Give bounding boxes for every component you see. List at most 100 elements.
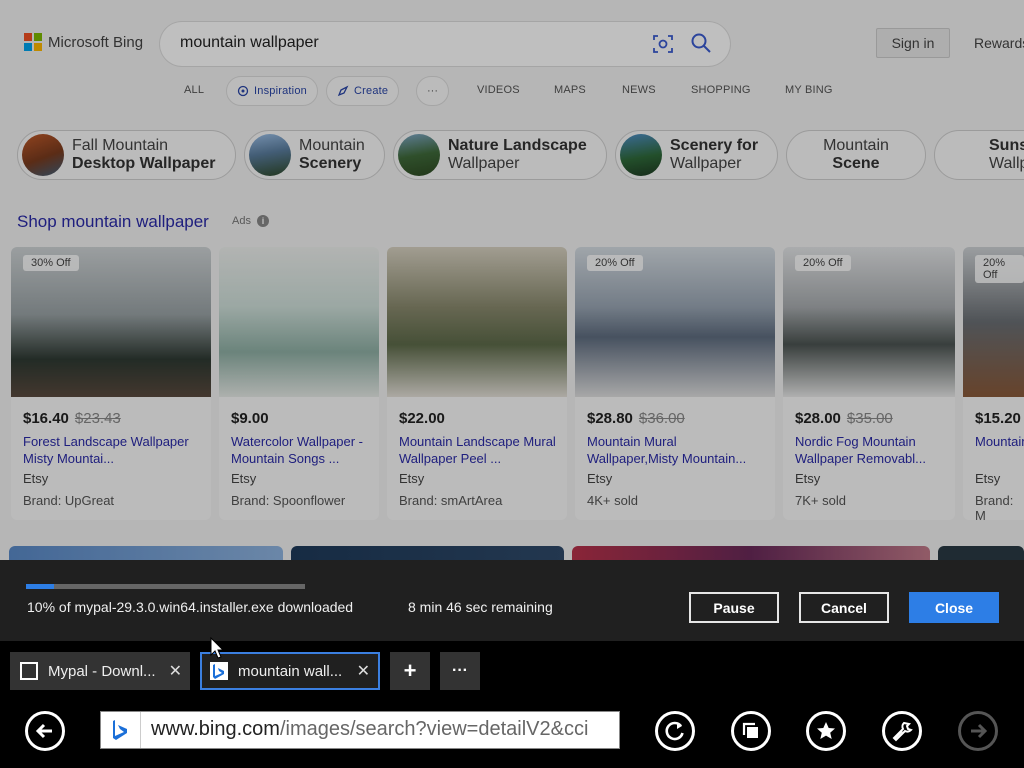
forward-button[interactable] bbox=[958, 711, 998, 751]
product-title[interactable]: Mountain Mural Wallpaper,Misty Mountain.… bbox=[587, 433, 767, 467]
bing-logo[interactable]: Microsoft Bing bbox=[24, 33, 143, 51]
search-box[interactable]: mountain wallpaper bbox=[160, 22, 730, 66]
product-card[interactable]: 20% Off $28.00 $35.00 Nordic Fog Mountain… bbox=[783, 247, 955, 520]
related-chip[interactable]: Mountain Scenery bbox=[244, 130, 385, 180]
related-chip[interactable]: Fall Mountain Desktop Wallpaper bbox=[17, 130, 236, 180]
info-icon[interactable]: i bbox=[256, 215, 269, 227]
price-current: $22.00 bbox=[399, 410, 445, 427]
chip-label: Mountain bbox=[823, 137, 889, 154]
favorites-button[interactable] bbox=[806, 711, 846, 751]
nav-more-button[interactable]: ··· bbox=[416, 76, 449, 106]
url-bar[interactable]: www.bing.com/images/search?view=detailV2… bbox=[100, 711, 620, 749]
image-result-thumbnail[interactable] bbox=[291, 546, 564, 560]
tabs-overview-button[interactable] bbox=[731, 711, 771, 751]
product-seller: Etsy bbox=[795, 471, 821, 486]
back-button[interactable] bbox=[25, 711, 65, 751]
price-current: $28.00 bbox=[795, 410, 841, 427]
bing-header: Microsoft Bing mountain wallpaper Sign i… bbox=[0, 0, 1024, 120]
product-title[interactable]: Nordic Fog Mountain Wallpaper Removabl..… bbox=[795, 433, 947, 467]
product-price: $16.40 $23.43 bbox=[23, 410, 121, 427]
mouse-cursor-icon bbox=[210, 637, 224, 659]
logo-text: Microsoft Bing bbox=[48, 33, 144, 51]
site-identity-icon[interactable] bbox=[101, 712, 141, 748]
reload-button[interactable] bbox=[655, 711, 695, 751]
wrench-icon bbox=[892, 721, 913, 742]
product-price: $28.80 $36.00 bbox=[587, 410, 685, 427]
product-card[interactable]: 30% Off $16.40 $23.43 Forest Landscape Wa… bbox=[11, 247, 211, 520]
price-current: $16.40 bbox=[23, 410, 69, 427]
bing-favicon-icon bbox=[210, 662, 228, 680]
image-result-thumbnail[interactable] bbox=[938, 546, 1024, 560]
nav-create[interactable]: Create bbox=[326, 76, 400, 106]
product-card[interactable]: $22.00 Mountain Landscape Mural Wallpape… bbox=[387, 247, 567, 520]
tab-mypal-download[interactable]: Mypal - Downl... ✕ bbox=[10, 652, 190, 690]
ads-label: Ads i bbox=[232, 215, 269, 227]
nav-inspiration[interactable]: Inspiration bbox=[226, 76, 318, 106]
tab-menu-button[interactable]: ··· bbox=[440, 652, 480, 690]
nav-shopping[interactable]: SHOPPING bbox=[691, 84, 751, 96]
sign-in-button[interactable]: Sign in bbox=[876, 28, 950, 58]
tools-button[interactable] bbox=[882, 711, 922, 751]
reload-icon bbox=[665, 721, 684, 741]
price-current: $9.00 bbox=[231, 410, 269, 427]
nav-news[interactable]: NEWS bbox=[622, 84, 656, 96]
price-current: $15.20 bbox=[975, 410, 1021, 427]
cancel-button[interactable]: Cancel bbox=[799, 592, 889, 623]
product-title[interactable]: Forest Landscape Wallpaper Misty Mountai… bbox=[23, 433, 203, 467]
nav-inspiration-label: Inspiration bbox=[254, 85, 307, 97]
chip-label: Wallpaper bbox=[670, 155, 742, 172]
back-arrow-icon bbox=[35, 723, 52, 739]
pause-button[interactable]: Pause bbox=[689, 592, 779, 623]
nav-create-label: Create bbox=[354, 85, 389, 97]
visual-search-icon[interactable] bbox=[652, 33, 674, 55]
ads-text: Ads bbox=[232, 215, 251, 227]
product-image bbox=[387, 247, 567, 397]
product-card[interactable]: 20% Off $28.80 $36.00 Mountain Mural Wall… bbox=[575, 247, 775, 520]
discount-badge: 20% Off bbox=[975, 255, 1024, 283]
chip-label-bold: Scenery bbox=[299, 155, 362, 172]
related-chip[interactable]: Mountain Scene bbox=[786, 130, 926, 180]
product-meta: Brand: UpGreat bbox=[23, 493, 115, 508]
product-price: $22.00 bbox=[399, 410, 445, 427]
product-title[interactable]: Mountain Wallpaper bbox=[975, 433, 1024, 450]
chip-thumbnail bbox=[249, 134, 291, 176]
nav-my-bing[interactable]: MY BING bbox=[785, 84, 833, 96]
search-scope-nav: ALL Inspiration Create ··· VIDEOS MAPS N… bbox=[0, 76, 1024, 108]
chip-label-bold: Desktop Wallpaper bbox=[72, 155, 216, 172]
download-progress-bar bbox=[26, 584, 305, 589]
url-input[interactable]: www.bing.com/images/search?view=detailV2… bbox=[151, 718, 617, 741]
chip-thumbnail bbox=[620, 134, 662, 176]
chip-thumbnail bbox=[22, 134, 64, 176]
chip-label: Wallpaper bbox=[448, 155, 520, 172]
related-chip[interactable]: Nature Landscape Wallpaper bbox=[393, 130, 607, 180]
url-host: www.bing.com bbox=[151, 718, 280, 740]
new-tab-button[interactable]: + bbox=[390, 652, 430, 690]
product-title[interactable]: Mountain Landscape Mural Wallpaper Peel … bbox=[399, 433, 559, 467]
price-current: $28.80 bbox=[587, 410, 633, 427]
product-seller: Etsy bbox=[975, 471, 1001, 486]
tab-mountain-wallpaper[interactable]: mountain wall... ✕ bbox=[200, 652, 380, 690]
price-old: $35.00 bbox=[846, 410, 893, 427]
chip-label: Wallp bbox=[989, 155, 1024, 172]
close-tab-icon[interactable]: ✕ bbox=[169, 661, 182, 681]
product-title[interactable]: Watercolor Wallpaper - Mountain Songs ..… bbox=[231, 433, 376, 467]
chip-label-bold: Suns bbox=[989, 137, 1024, 154]
search-input[interactable]: mountain wallpaper bbox=[180, 34, 319, 52]
image-result-thumbnail[interactable] bbox=[9, 546, 283, 560]
nav-all[interactable]: ALL bbox=[184, 84, 204, 96]
product-card[interactable]: 20% Off $15.20 Mountain Wallpaper Etsy B… bbox=[963, 247, 1024, 520]
nav-videos[interactable]: VIDEOS bbox=[477, 84, 520, 96]
rewards-link[interactable]: Rewards bbox=[974, 35, 1024, 51]
image-result-thumbnail[interactable] bbox=[572, 546, 930, 560]
nav-maps[interactable]: MAPS bbox=[554, 84, 586, 96]
close-tab-icon[interactable]: ✕ bbox=[357, 661, 370, 681]
related-chip[interactable]: SunsWallp bbox=[934, 130, 1024, 180]
discount-badge: 30% Off bbox=[23, 255, 79, 271]
search-icon[interactable] bbox=[690, 32, 712, 54]
discount-badge: 20% Off bbox=[587, 255, 643, 271]
close-button[interactable]: Close bbox=[909, 592, 999, 623]
product-card[interactable]: $9.00 Watercolor Wallpaper - Mountain So… bbox=[219, 247, 379, 520]
related-chip[interactable]: Scenery for Wallpaper bbox=[615, 130, 778, 180]
shop-section-title[interactable]: Shop mountain wallpaper bbox=[17, 212, 209, 232]
product-price: $15.20 bbox=[975, 410, 1021, 427]
